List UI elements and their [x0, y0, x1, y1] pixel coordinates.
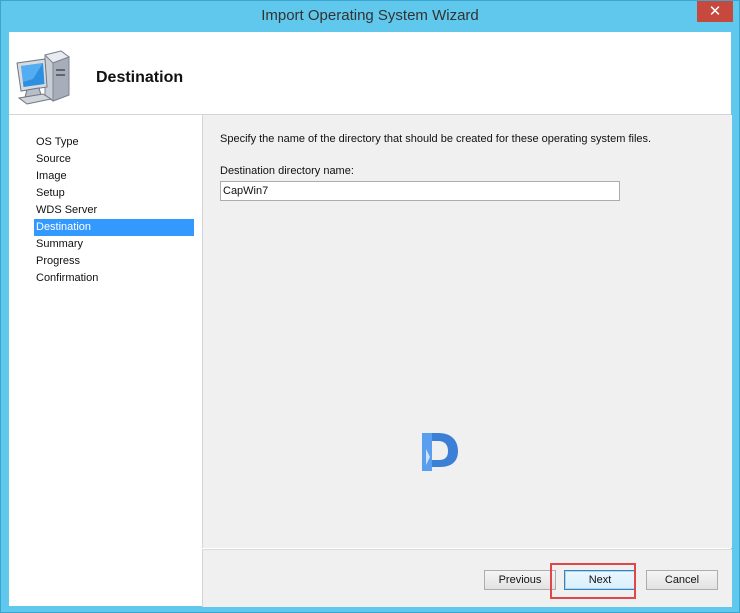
cancel-button[interactable]: Cancel — [646, 570, 718, 590]
close-icon: ✕ — [708, 2, 722, 20]
previous-button[interactable]: Previous — [484, 570, 556, 590]
close-button[interactable]: ✕ — [697, 1, 733, 22]
nav-item-setup[interactable]: Setup — [34, 185, 194, 202]
page-title: Destination — [96, 69, 184, 86]
nav-item-summary[interactable]: Summary — [34, 236, 194, 253]
prajwal-logo-icon — [422, 433, 458, 471]
nav-item-image[interactable]: Image — [34, 168, 194, 185]
wizard-window: Import Operating System Wizard ✕ Destina… — [0, 0, 740, 613]
title-bar[interactable]: Import Operating System Wizard ✕ — [1, 1, 739, 32]
window-title: Import Operating System Wizard — [261, 7, 479, 24]
nav-item-destination[interactable]: Destination — [34, 219, 194, 236]
next-button[interactable]: Next — [564, 570, 636, 590]
wizard-nav: OS Type Source Image Setup WDS Server De… — [9, 115, 201, 606]
nav-item-confirmation[interactable]: Confirmation — [34, 270, 194, 287]
instruction-text: Specify the name of the directory that s… — [220, 133, 652, 145]
destination-label: Destination directory name: — [220, 165, 354, 177]
wizard-client: Destination OS Type Source Image Setup W… — [9, 32, 732, 607]
wizard-footer: Previous Next Cancel — [202, 549, 732, 607]
computer-icon — [16, 50, 71, 105]
content-panel: Specify the name of the directory that s… — [202, 115, 732, 548]
nav-item-source[interactable]: Source — [34, 151, 194, 168]
destination-directory-input[interactable] — [220, 181, 620, 201]
nav-item-wds-server[interactable]: WDS Server — [34, 202, 194, 219]
nav-item-progress[interactable]: Progress — [34, 253, 194, 270]
nav-item-os-type[interactable]: OS Type — [34, 134, 194, 151]
wizard-header: Destination — [9, 32, 731, 115]
